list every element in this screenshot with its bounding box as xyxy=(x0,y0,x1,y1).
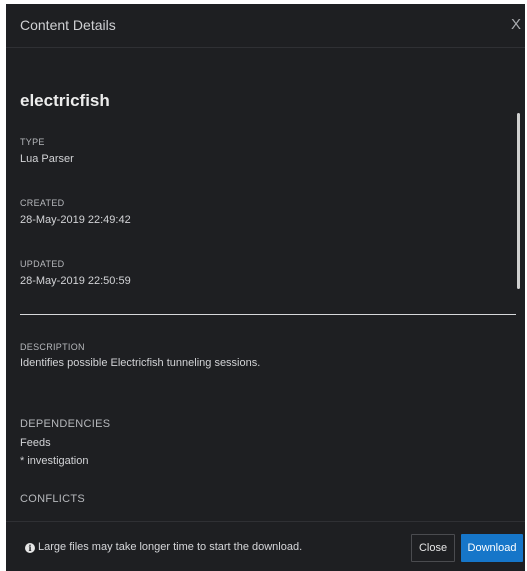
dialog-body[interactable]: electricfish TYPE Lua Parser CREATED 28-… xyxy=(6,49,525,521)
dialog-title: Content Details xyxy=(20,17,116,33)
dialog-header: Content Details X xyxy=(6,4,525,48)
close-button[interactable]: Close xyxy=(411,534,455,562)
content-details-dialog: Content Details X electricfish TYPE Lua … xyxy=(6,4,525,571)
section-divider xyxy=(20,314,516,315)
download-info-text: Large files may take longer time to star… xyxy=(38,541,303,553)
close-icon[interactable]: X xyxy=(511,16,521,33)
dependency-item: Feeds xyxy=(20,437,51,449)
type-value: Lua Parser xyxy=(20,153,74,165)
description-label: DESCRIPTION xyxy=(20,342,85,352)
description-value: Identifies possible Electricfish tunneli… xyxy=(20,357,261,369)
download-button[interactable]: Download xyxy=(461,534,523,562)
dialog-footer: i Large files may take longer time to st… xyxy=(6,521,525,571)
scrollbar-thumb[interactable] xyxy=(517,113,520,289)
conflicts-label: CONFLICTS xyxy=(20,493,86,505)
dependency-item: * investigation xyxy=(20,455,89,467)
dependencies-label: DEPENDENCIES xyxy=(20,418,111,430)
content-name: electricfish xyxy=(20,91,110,110)
type-label: TYPE xyxy=(20,137,45,147)
created-label: CREATED xyxy=(20,198,65,208)
info-circle-icon: i xyxy=(25,543,35,553)
updated-value: 28-May-2019 22:50:59 xyxy=(20,275,131,287)
created-value: 28-May-2019 22:49:42 xyxy=(20,214,131,226)
updated-label: UPDATED xyxy=(20,259,65,269)
